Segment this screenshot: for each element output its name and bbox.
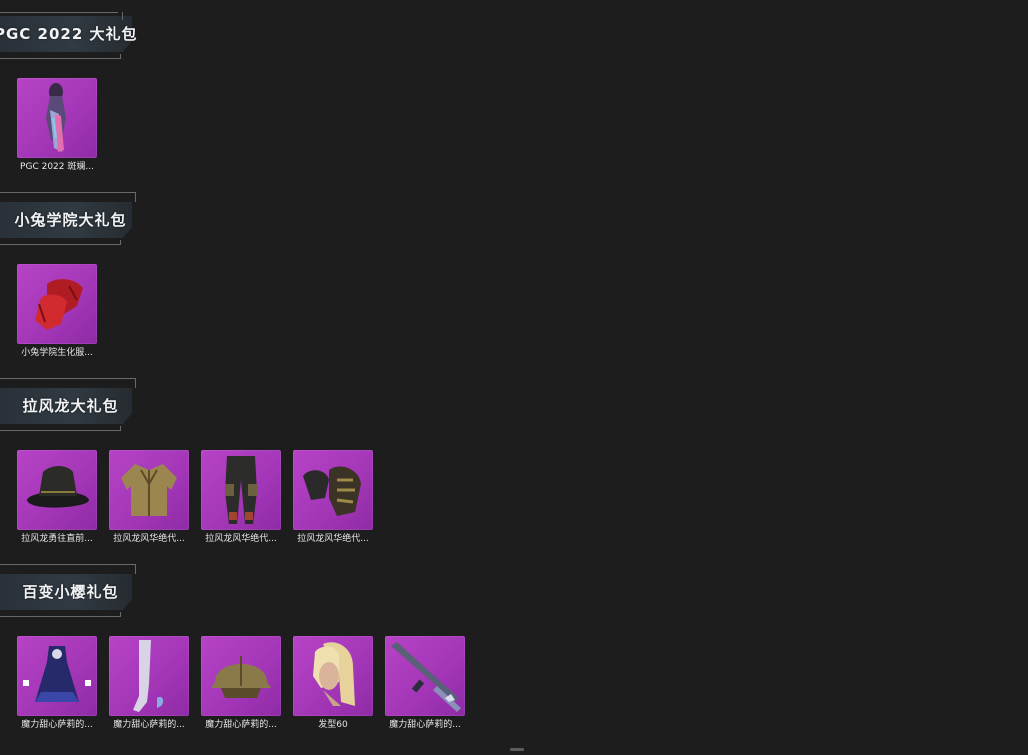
stockings-icon — [133, 640, 164, 712]
item-name: 拉风龙风华绝代... — [113, 534, 185, 544]
item-thumbnail — [17, 636, 97, 716]
bucket-hat-icon — [27, 466, 89, 508]
section-header-pgc: PGC 2022 大礼包 — [0, 6, 141, 59]
section-header-bunny: 小兔学院大礼包 — [0, 192, 141, 245]
item-thumbnail — [293, 636, 373, 716]
item-thumbnail — [109, 636, 189, 716]
item-thumbnail — [17, 78, 97, 158]
rifle-icon — [391, 642, 461, 712]
item-thumbnail — [17, 264, 97, 344]
leather-jacket-icon — [121, 464, 177, 516]
item-name: 魔力甜心萨莉的... — [389, 720, 461, 730]
divider-line — [120, 240, 121, 245]
item-thumbnail — [201, 450, 281, 530]
divider-line — [135, 564, 136, 574]
item-card[interactable]: 拉风龙勇往直前... — [17, 450, 97, 545]
divider-line — [120, 54, 121, 59]
section-header-dragon: 拉风龙大礼包 — [0, 378, 141, 431]
item-name: 拉风龙风华绝代... — [205, 534, 277, 544]
divider-line — [0, 430, 120, 431]
cargo-pants-icon — [225, 456, 257, 524]
item-thumbnail — [293, 450, 373, 530]
item-name: 拉风龙风华绝代... — [297, 534, 369, 544]
section-title: 百变小樱礼包 — [22, 583, 119, 601]
divider-line — [0, 58, 120, 59]
item-name: 小兔学院生化服... — [21, 348, 93, 358]
item-name: 拉风龙勇往直前... — [21, 534, 93, 544]
item-thumbnail — [385, 636, 465, 716]
item-card[interactable]: 小兔学院生化服... — [17, 264, 97, 359]
hairstyle-icon — [313, 642, 355, 706]
item-card[interactable]: 拉风龙风华绝代... — [293, 450, 373, 545]
scarf-mask-icon — [46, 83, 66, 152]
item-name: 魔力甜心萨莉的... — [113, 720, 185, 730]
item-card[interactable]: 拉风龙风华绝代... — [109, 450, 189, 545]
item-name: 魔力甜心萨莉的... — [21, 720, 93, 730]
tactical-gloves-icon — [303, 466, 361, 516]
item-card[interactable]: 魔力甜心萨莉的... — [201, 636, 281, 731]
section-header-sakura: 百变小樱礼包 — [0, 564, 141, 617]
item-name: PGC 2022 斑斓... — [20, 162, 94, 172]
item-card[interactable]: 魔力甜心萨莉的... — [17, 636, 97, 731]
item-thumbnail — [17, 450, 97, 530]
section-title: 拉风龙大礼包 — [22, 397, 119, 415]
section-title: PGC 2022 大礼包 — [0, 25, 138, 43]
divider-line — [122, 12, 123, 20]
item-card[interactable]: 魔力甜心萨莉的... — [109, 636, 189, 731]
item-thumbnail — [109, 450, 189, 530]
dress-icon — [23, 646, 91, 702]
divider-line — [0, 192, 135, 193]
item-name: 发型60 — [318, 720, 348, 730]
red-gloves-icon — [35, 279, 83, 330]
item-card[interactable]: 拉风龙风华绝代... — [201, 450, 281, 545]
item-card[interactable]: PGC 2022 斑斓... — [17, 78, 97, 173]
divider-line — [135, 378, 136, 388]
divider-line — [135, 192, 136, 202]
section-title: 小兔学院大礼包 — [14, 211, 127, 229]
divider-line — [0, 564, 135, 565]
divider-line — [0, 378, 135, 379]
item-thumbnail — [201, 636, 281, 716]
helmet-icon — [211, 656, 271, 698]
item-card[interactable]: 魔力甜心萨莉的... — [385, 636, 465, 731]
item-name: 魔力甜心萨莉的... — [205, 720, 277, 730]
divider-line — [0, 12, 118, 13]
item-card[interactable]: 发型60 — [293, 636, 373, 731]
divider-line — [120, 612, 121, 617]
divider-line — [120, 426, 121, 431]
divider-line — [0, 616, 120, 617]
scroll-indicator[interactable] — [510, 748, 524, 751]
divider-line — [0, 244, 120, 245]
